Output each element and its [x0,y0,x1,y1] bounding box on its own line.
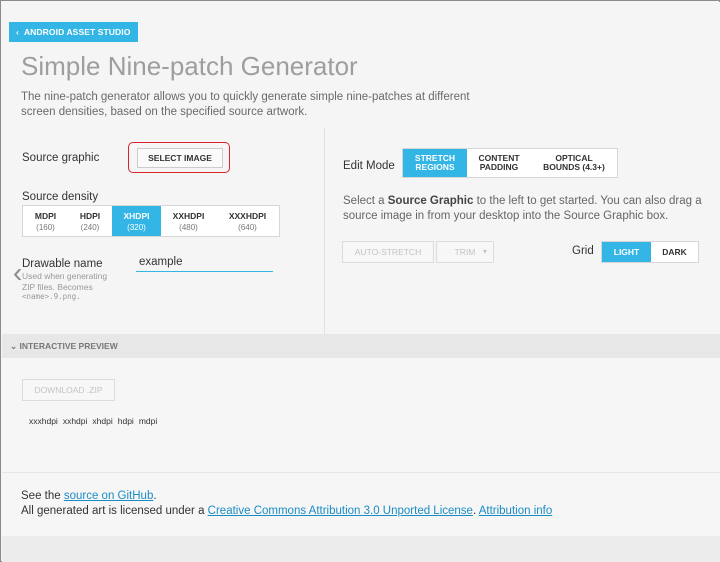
grid-option-light[interactable]: LIGHT [602,242,651,262]
preview-panel [2,358,720,472]
app-window: ‹ ANDROID ASSET STUDIO Simple Nine-patch … [0,0,720,562]
chevron-down-icon: ▾ [482,247,487,256]
attribution-info-link[interactable]: Attribution info [479,505,553,517]
page-title: Simple Nine-patch Generator [21,51,358,81]
preview-label-mdpi: mdpi [138,416,158,426]
grid-option-dark[interactable]: DARK [651,242,698,262]
grid-selector: LIGHT DARK [601,241,699,263]
back-to-asset-studio-button[interactable]: ‹ ANDROID ASSET STUDIO [9,22,139,42]
preview-label-xxxhdpi: xxxhdpi [29,416,58,426]
preview-density-list: xxxhdpi xxhdpi xhdpi hdpi mdpi [29,416,157,426]
drawable-name-help: Used when generating ZIP files. Becomes … [22,271,108,301]
trim-dropdown[interactable]: TRIM ▾ [436,241,494,263]
density-option-xxhdpi[interactable]: XXHDPI (480) [161,206,216,236]
chevron-left-nav-icon[interactable]: ‹ [13,257,22,289]
drawable-name-label: Drawable name [22,258,103,270]
footer-license-line: All generated art is licensed under a Cr… [21,505,553,517]
grid-label: Grid [572,245,594,257]
download-zip-button[interactable]: DOWNLOAD .ZIP [22,379,115,401]
edit-mode-label: Edit Mode [343,160,395,172]
footer [2,472,720,536]
editor-hint: Select a Source Graphic to the left to g… [343,195,702,222]
mode-optical-bounds[interactable]: OPTICAL BOUNDS (4.3+) [531,149,617,177]
preview-label-xxhdpi: xxhdpi [62,416,88,426]
density-option-xhdpi[interactable]: XHDPI (320) [112,206,161,236]
footer-source-line: See the source on GitHub. [21,490,157,502]
column-divider [324,128,325,334]
density-option-xxxhdpi[interactable]: XXXHDPI (640) [216,206,279,236]
chevron-down-icon: ⌄ [10,341,18,351]
source-density-label: Source density [22,191,99,203]
chevron-left-icon: ‹ [16,27,19,37]
preview-label-xhdpi: xhdpi [92,416,113,426]
auto-stretch-button[interactable]: AUTO-STRETCH [342,241,434,263]
back-button-label: ANDROID ASSET STUDIO [23,27,131,37]
source-graphic-label: Source graphic [22,152,100,164]
github-source-link[interactable]: source on GitHub [64,490,154,502]
select-image-button[interactable]: SELECT IMAGE [137,148,223,168]
license-link[interactable]: Creative Commons Attribution 3.0 Unporte… [208,505,473,517]
density-option-hdpi[interactable]: HDPI (240) [68,206,112,236]
page-description: The nine-patch generator allows you to q… [21,91,470,118]
edit-mode-selector: STRETCH REGIONS CONTENT PADDING OPTICAL BOU… [402,148,618,178]
mode-stretch-regions[interactable]: STRETCH REGIONS [403,149,467,177]
drawable-name-input[interactable]: example [136,254,273,272]
interactive-preview-header[interactable]: ⌄ INTERACTIVE PREVIEW [2,334,720,358]
preview-label-hdpi: hdpi [117,416,134,426]
bottom-strip [2,536,720,562]
density-selector: MDPI (160) HDPI (240) XHDPI (320) XXHDPI (48… [22,205,280,237]
density-option-mdpi[interactable]: MDPI (160) [23,206,68,236]
mode-content-padding[interactable]: CONTENT PADDING [467,149,531,177]
